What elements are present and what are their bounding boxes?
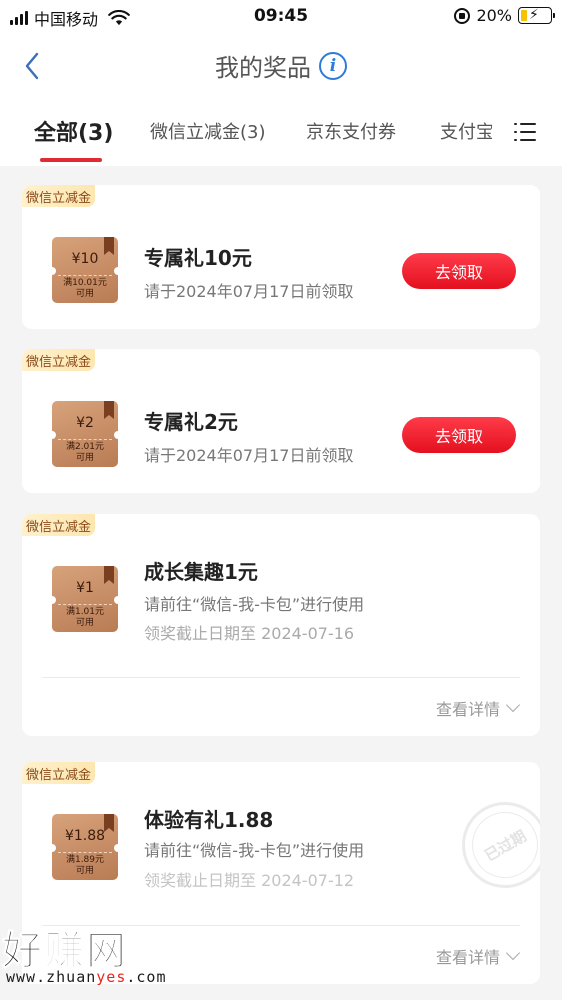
coupon-amount: ¥10 [71,251,99,267]
prize-tag: 微信立减金 [22,762,96,784]
coupon-condition: 满2.01元 可用 [65,442,105,463]
claim-button[interactable]: 去领取 [402,417,516,453]
rotation-lock-icon [454,7,471,24]
coupon-amount: ¥2 [76,415,94,431]
bookmark-icon [104,401,114,419]
coupon-icon: ¥1 满1.01元 可用 [48,566,122,632]
view-details-link[interactable]: 查看详情 [435,944,521,968]
tab-wechat-discount[interactable]: 微信立减金(3) [150,118,266,144]
expired-stamp-label: 已过期 [459,799,540,891]
coupon-icon: ¥1.88 满1.89元 可用 [48,814,122,880]
card-divider [42,677,520,678]
coupon-icon: ¥2 满2.01元 可用 [48,401,122,467]
charging-bolt-icon: ⚡ [529,7,539,23]
prize-card: 微信立减金 ¥2 满2.01元 可用 专属礼2元 请于2024年07月17日前领取… [22,349,540,493]
tab-active-indicator [40,158,102,162]
status-bar: 中国移动 09:45 20% ⚡ [0,0,562,34]
prize-usage-hint: 请前往“微信-我-卡包”进行使用 [144,595,365,614]
prize-tag: 微信立减金 [22,185,96,207]
site-watermark: 好赚网 www.zhuanyes.com [2,918,202,1000]
prize-card: 微信立减金 ¥10 满10.01元 可用 专属礼10元 请于2024年07月17日… [22,185,540,329]
status-right: 20% ⚡ [454,6,555,25]
chevron-down-icon [505,697,521,713]
coupon-amount: ¥1.88 [64,828,106,844]
battery-percent: 20% [476,6,512,25]
coupon-condition: 满10.01元 可用 [63,278,107,299]
tab-alipay-label: 支付宝 [440,122,492,143]
watermark-url: www.zhuanyes.com [6,968,167,986]
prize-title: 专属礼10元 [144,246,252,270]
coupon-icon: ¥10 满10.01元 可用 [48,237,122,303]
coupon-condition: 满1.89元 可用 [65,855,105,876]
prize-title: 专属礼2元 [144,410,238,434]
tab-bar: 全部(3) 微信立减金(3) 京东支付券 支付宝 [0,100,562,166]
prize-tag: 微信立减金 [22,514,96,536]
tab-all[interactable]: 全部(3) [34,115,113,147]
coupon-condition: 满1.01元 可用 [65,607,105,628]
prize-title: 体验有礼1.88 [144,808,274,832]
prize-card: 微信立减金 ¥1 满1.01元 可用 成长集趣1元 请前往“微信-我-卡包”进行使… [22,514,540,736]
bookmark-icon [104,566,114,584]
nav-title-group: 我的奖品 i [0,48,562,83]
info-icon[interactable]: i [319,51,347,80]
prize-deadline: 请于2024年07月17日前领取 [144,446,354,465]
view-details-link[interactable]: 查看详情 [435,696,521,720]
tab-jd-pay-coupon[interactable]: 京东支付券 [306,118,396,144]
battery-icon: ⚡ [518,7,555,24]
coupon-amount: ¥1 [76,580,94,596]
list-menu-icon[interactable] [514,122,536,142]
battery-fill [521,10,527,21]
prize-usage-hint: 请前往“微信-我-卡包”进行使用 [144,841,365,860]
nav-bar: 我的奖品 i [0,34,562,100]
prize-title: 成长集趣1元 [144,560,258,584]
prize-deadline: 请于2024年07月17日前领取 [144,282,354,301]
page-title: 我的奖品 [215,54,311,82]
chevron-down-icon [505,945,521,961]
view-details-label: 查看详情 [435,948,500,967]
prize-tag: 微信立减金 [22,349,96,371]
expired-stamp: 已过期 [446,786,540,904]
prize-deadline: 领奖截止日期至 2024-07-16 [144,624,355,643]
bookmark-icon [104,237,114,255]
view-details-label: 查看详情 [435,700,500,719]
claim-button[interactable]: 去领取 [402,253,516,289]
bookmark-icon [104,814,114,832]
prize-deadline: 领奖截止日期至 2024-07-12 [144,871,355,890]
tab-alipay[interactable]: 支付宝 [440,118,492,144]
